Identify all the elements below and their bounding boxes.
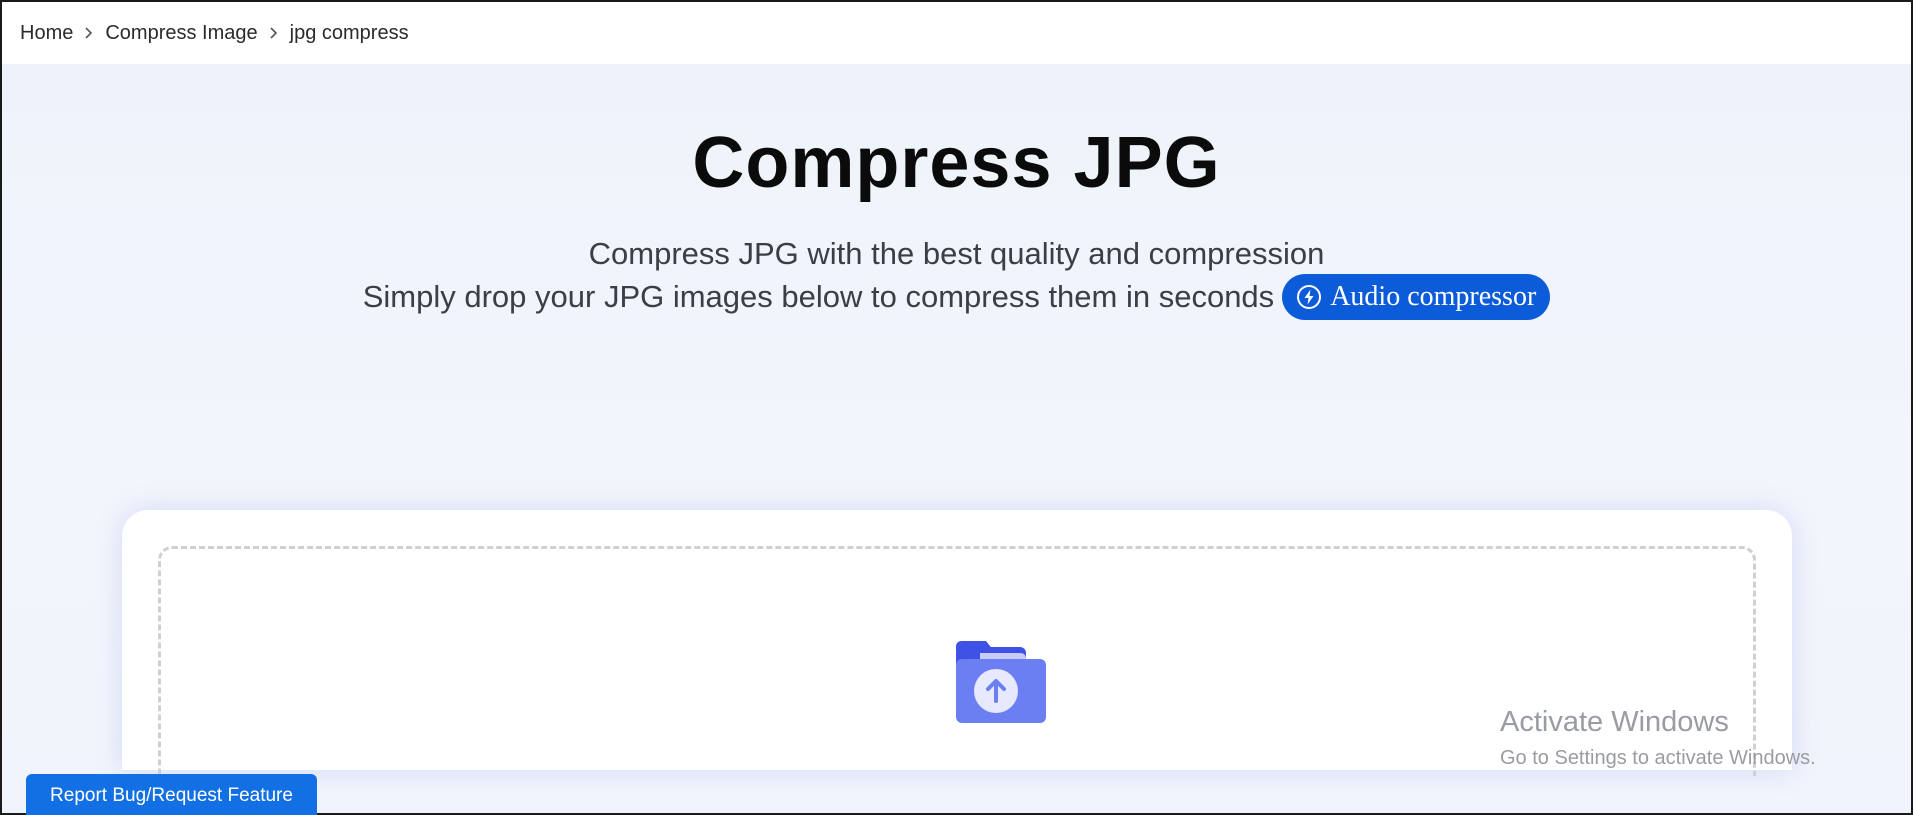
breadcrumb: Home Compress Image jpg compress: [2, 2, 1911, 64]
hero-subtitle-row: Simply drop your JPG images below to com…: [2, 274, 1911, 320]
activate-windows-watermark: Activate Windows Go to Settings to activ…: [1500, 706, 1816, 770]
hero-subtitle: Compress JPG with the best quality and c…: [588, 236, 1325, 271]
chevron-right-icon: [258, 22, 290, 45]
audio-compressor-button[interactable]: Audio compressor: [1282, 274, 1551, 320]
breadcrumb-home[interactable]: Home: [20, 22, 73, 45]
page-title: Compress JPG: [692, 123, 1221, 203]
folder-upload-icon[interactable]: [950, 633, 1046, 729]
lightning-icon: [1297, 285, 1322, 309]
watermark-title: Activate Windows: [1500, 706, 1729, 738]
report-bug-button[interactable]: Report Bug/Request Feature: [26, 774, 317, 815]
watermark-subtitle: Go to Settings to activate Windows.: [1500, 747, 1816, 769]
chevron-right-icon: [73, 22, 105, 45]
hero-description: Simply drop your JPG images below to com…: [362, 279, 1275, 314]
breadcrumb-compress-image[interactable]: Compress Image: [105, 22, 257, 45]
audio-compressor-label: Audio compressor: [1330, 281, 1537, 312]
breadcrumb-jpg-compress: jpg compress: [289, 21, 409, 44]
